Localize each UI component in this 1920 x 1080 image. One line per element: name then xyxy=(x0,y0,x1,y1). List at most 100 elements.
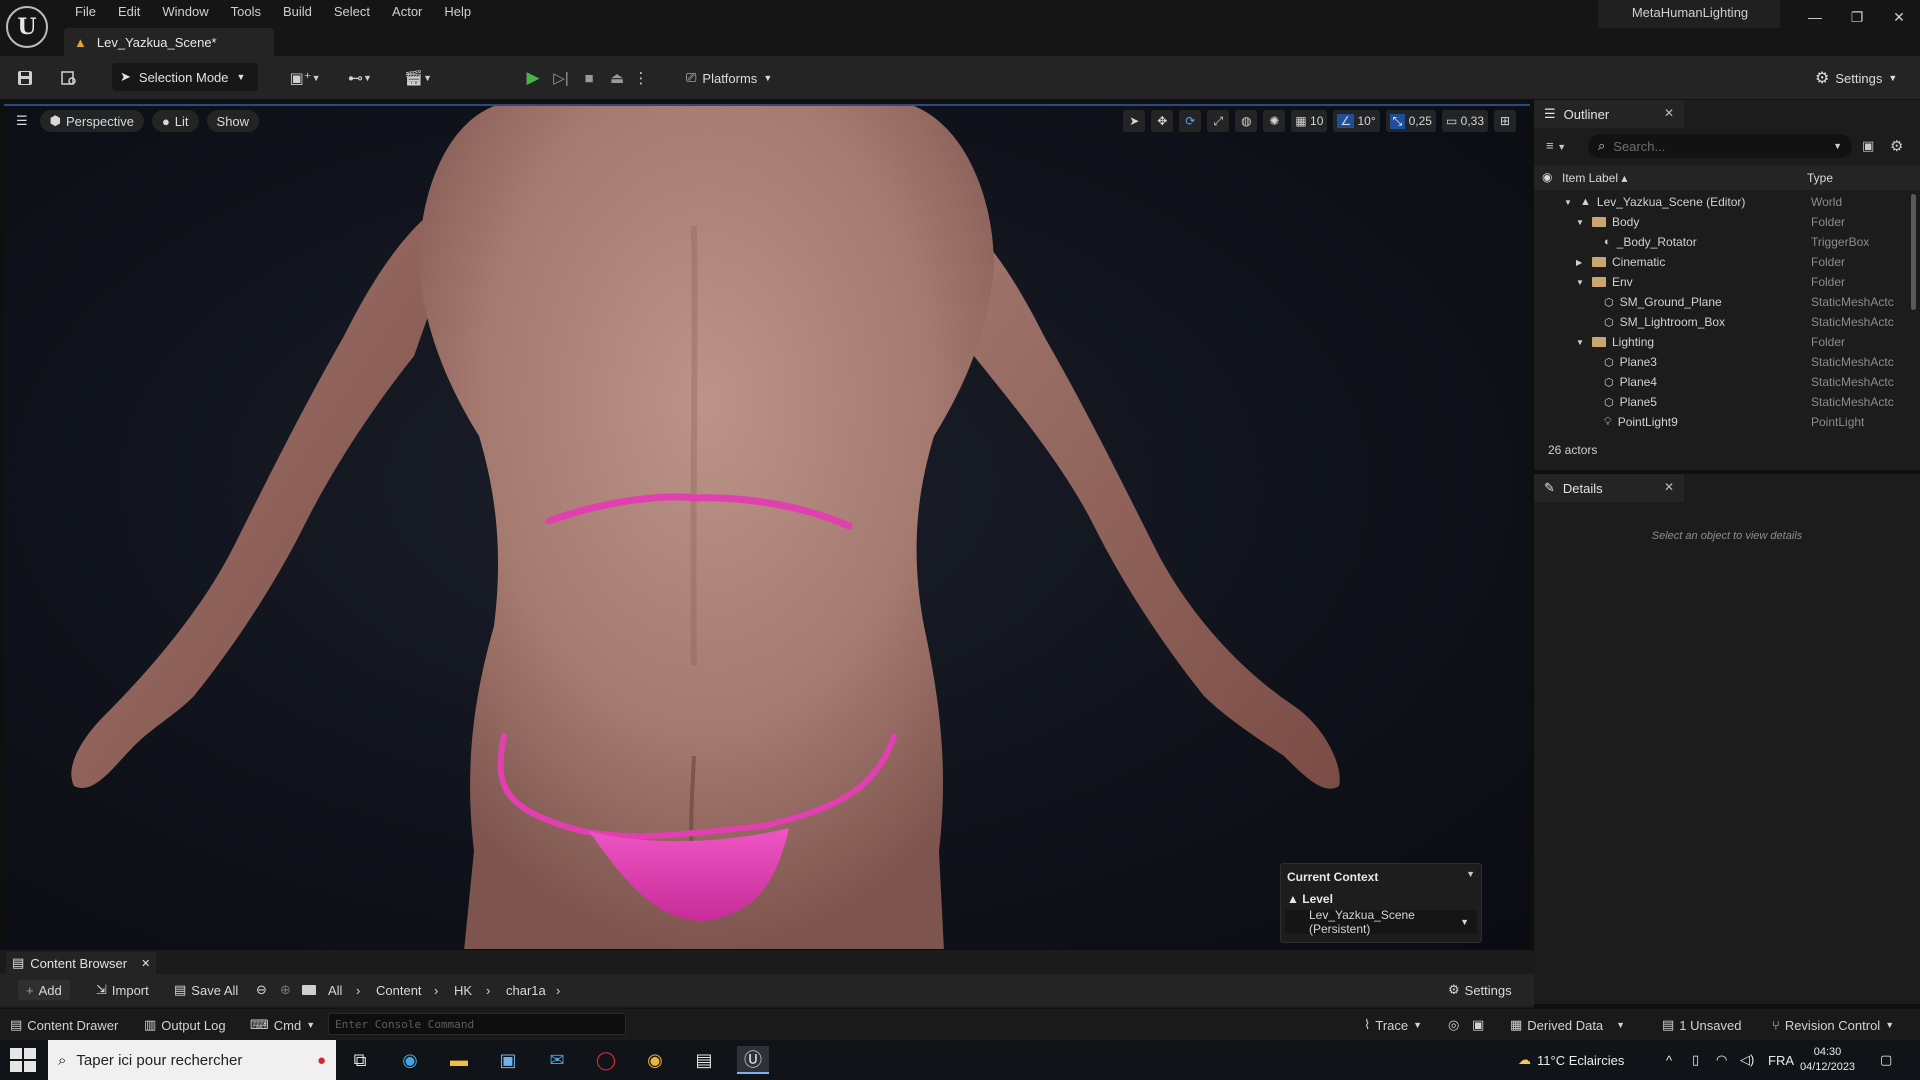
menu-file[interactable]: File xyxy=(64,2,107,21)
world-local-icon[interactable]: ◍ xyxy=(1235,110,1258,132)
close-icon[interactable]: ✕ xyxy=(141,957,150,970)
console-command-input[interactable]: Enter Console Command xyxy=(328,1013,626,1035)
perspective-button[interactable]: ⬢ Perspective xyxy=(39,110,144,132)
unsaved-button[interactable]: ▤ 1 Unsaved xyxy=(1662,1016,1741,1034)
add-actor-icon[interactable]: ▣⁺ ▼ xyxy=(286,65,324,91)
chrome-icon[interactable]: ◉ xyxy=(639,1046,671,1074)
store-icon[interactable]: ▣ xyxy=(492,1046,524,1074)
column-type[interactable]: Type xyxy=(1807,171,1833,185)
scale-tool-icon[interactable]: ⤢ xyxy=(1207,110,1230,132)
outliner-row[interactable]: 💡︎ PointLight9 PointLight xyxy=(1534,412,1920,432)
select-tool-icon[interactable]: ➤ xyxy=(1123,110,1146,132)
outliner-tab[interactable]: ☰ Outliner ✕ xyxy=(1534,100,1684,128)
menu-tools[interactable]: Tools xyxy=(220,2,272,21)
menu-build[interactable]: Build xyxy=(272,2,323,21)
browse-content-icon[interactable] xyxy=(56,65,82,91)
windows-start-icon[interactable] xyxy=(10,1048,36,1072)
show-button[interactable]: Show xyxy=(206,110,260,132)
revision-control-button[interactable]: ⑂ Revision Control ▼ xyxy=(1772,1016,1894,1034)
output-log-button[interactable]: ▥ Output Log xyxy=(144,1016,226,1034)
eject-icon[interactable]: ⏏ xyxy=(606,65,628,91)
app-window-icon[interactable]: ▤ xyxy=(688,1046,720,1074)
layout-icon[interactable]: ⊞ xyxy=(1494,110,1516,132)
selection-mode-dropdown[interactable]: ➤ Selection Mode ▼ xyxy=(112,63,258,91)
details-tab[interactable]: ✎ Details ✕ xyxy=(1534,474,1684,502)
derived-data-button[interactable]: ▦ Derived Data ▼ xyxy=(1510,1016,1625,1034)
outliner-row[interactable]: ⬡ Plane3 StaticMeshActc xyxy=(1534,352,1920,372)
level-dropdown[interactable]: Lev_Yazkua_Scene (Persistent) ▼ xyxy=(1285,908,1477,936)
outliner-row[interactable]: ⬡ SM_Lightroom_Box StaticMeshActc xyxy=(1534,312,1920,332)
add-folder-icon[interactable]: ▣ xyxy=(1862,138,1874,154)
camera-speed-button[interactable]: ▭ 0,33 xyxy=(1441,110,1488,132)
menu-window[interactable]: Window xyxy=(151,2,219,21)
expand-down-icon[interactable]: ▼ xyxy=(1576,338,1586,347)
edge-icon[interactable]: ◉ xyxy=(394,1046,426,1074)
surface-snap-icon[interactable]: ✺ xyxy=(1263,110,1286,132)
weather-widget[interactable]: ☁ 11°C Eclaircies xyxy=(1518,1040,1624,1080)
save-all-button[interactable]: ▤ Save All xyxy=(174,980,238,1000)
outliner-row[interactable]: ⬡ SM_Ground_Plane StaticMeshActc xyxy=(1534,292,1920,312)
taskbar-search-box[interactable]: ⌕ Taper ici pour rechercher ● xyxy=(48,1040,336,1080)
cmd-dropdown[interactable]: ⌨ Cmd ▼ xyxy=(250,1016,315,1034)
save-icon[interactable] xyxy=(12,65,38,91)
task-view-icon[interactable]: ⧉ xyxy=(344,1046,376,1074)
outliner-search-input[interactable]: ⌕ Search... ▼ xyxy=(1588,134,1852,158)
stop-icon[interactable]: ■ xyxy=(578,65,600,91)
advance-frame-icon[interactable]: ▷| xyxy=(550,65,572,91)
add-button[interactable]: + Add xyxy=(18,980,70,1000)
expand-down-icon[interactable]: ▼ xyxy=(1564,198,1574,207)
cinematics-icon[interactable]: 🎬︎ ▼ xyxy=(398,65,438,91)
notifications-icon[interactable]: ▢ xyxy=(1880,1040,1892,1080)
chevron-down-icon[interactable]: ▼ xyxy=(1466,869,1475,879)
column-item-label[interactable]: Item Label ▴ xyxy=(1562,171,1627,185)
device-icon[interactable]: ▯ xyxy=(1692,1040,1699,1080)
clock[interactable]: 04:30 04/12/2023 xyxy=(1800,1040,1855,1080)
grid-snap-button[interactable]: ▦ 10 xyxy=(1291,110,1328,132)
expand-down-icon[interactable]: ▼ xyxy=(1576,218,1586,227)
settings-button[interactable]: ⚙ Settings ▼ xyxy=(1815,65,1897,91)
outliner-scrollbar[interactable] xyxy=(1911,194,1916,310)
breadcrumb-all[interactable]: All xyxy=(328,980,342,1000)
expand-right-icon[interactable]: ▶ xyxy=(1576,258,1586,267)
import-button[interactable]: ⇲ Import xyxy=(96,980,149,1000)
platforms-button[interactable]: ⎚ Platforms ▼ xyxy=(686,65,772,91)
content-settings-button[interactable]: ⚙ Settings xyxy=(1448,980,1512,1000)
outliner-row[interactable]: ▼ Body Folder xyxy=(1534,212,1920,232)
mail-icon[interactable]: ✉ xyxy=(541,1046,573,1074)
volume-icon[interactable]: ◁) xyxy=(1740,1040,1754,1080)
content-browser-tab[interactable]: ▤ Content Browser ✕ xyxy=(6,952,156,974)
menu-help[interactable]: Help xyxy=(433,2,482,21)
filter-icon[interactable]: ≡ ▼ xyxy=(1546,138,1566,153)
tray-chevron-icon[interactable]: ^ xyxy=(1666,1040,1672,1080)
outliner-row[interactable]: ◐ _Body_Rotator TriggerBox xyxy=(1534,232,1920,252)
outliner-row[interactable]: ▼ ▲ Lev_Yazkua_Scene (Editor) World xyxy=(1534,192,1920,212)
screenshot-icon[interactable]: ▣ xyxy=(1472,1016,1484,1034)
outliner-row[interactable]: ▼ Env Folder xyxy=(1534,272,1920,292)
back-icon[interactable]: ⊖ xyxy=(256,980,267,1000)
outliner-row[interactable]: ⬡ Plane4 StaticMeshActc xyxy=(1534,372,1920,392)
blueprint-icon[interactable]: ⊷ ▼ xyxy=(340,65,380,91)
level-viewport[interactable]: ☰ ⬢ Perspective ● Lit Show ➤ ✥ ⟳ ⤢ ◍ ✺ ▦… xyxy=(4,104,1530,949)
breadcrumb-content[interactable]: Content xyxy=(376,980,422,1000)
content-drawer-button[interactable]: ▤ Content Drawer xyxy=(10,1016,118,1034)
close-icon[interactable]: ✕ xyxy=(1882,4,1916,30)
opera-icon[interactable]: ◯ xyxy=(590,1046,622,1074)
forward-icon[interactable]: ⊕ xyxy=(280,980,291,1000)
hamburger-menu-icon[interactable]: ☰ xyxy=(12,110,32,132)
scale-snap-button[interactable]: ⤡ 0,25 xyxy=(1385,110,1436,132)
visibility-eye-icon[interactable]: ◉ xyxy=(1542,170,1552,184)
close-icon[interactable]: ✕ xyxy=(1664,480,1674,494)
breadcrumb-char1a[interactable]: char1a xyxy=(506,980,546,1000)
outliner-row[interactable]: ▶ Cinematic Folder xyxy=(1534,252,1920,272)
trace-dropdown[interactable]: ⌇ Trace ▼ xyxy=(1364,1016,1422,1034)
expand-down-icon[interactable]: ▼ xyxy=(1576,278,1586,287)
translate-tool-icon[interactable]: ✥ xyxy=(1151,110,1174,132)
lit-button[interactable]: ● Lit xyxy=(151,110,199,132)
menu-select[interactable]: Select xyxy=(323,2,381,21)
rotation-snap-button[interactable]: ∠ 10° xyxy=(1333,110,1380,132)
close-icon[interactable]: ✕ xyxy=(1664,106,1674,120)
menu-actor[interactable]: Actor xyxy=(381,2,433,21)
file-explorer-icon[interactable]: ▬ xyxy=(443,1046,475,1074)
level-document-tab[interactable]: ▲ Lev_Yazkua_Scene* xyxy=(64,28,274,56)
rotate-tool-icon[interactable]: ⟳ xyxy=(1179,110,1202,132)
